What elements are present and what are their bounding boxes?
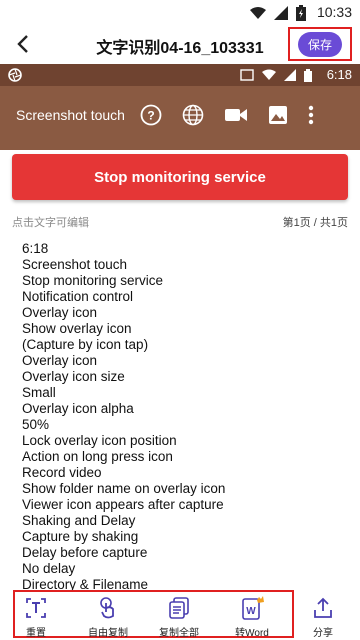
reset-icon bbox=[26, 598, 46, 618]
recognized-line[interactable]: Notification control bbox=[22, 289, 342, 305]
signal-icon bbox=[284, 69, 296, 81]
to-word-label: 转Word bbox=[235, 628, 269, 639]
stop-monitoring-button: Stop monitoring service bbox=[12, 154, 348, 200]
help-icon: ? bbox=[140, 104, 162, 126]
recognized-line[interactable]: 6:18 bbox=[22, 241, 342, 257]
word-icon: W bbox=[242, 596, 264, 620]
recognized-line[interactable]: Overlay icon alpha bbox=[22, 401, 342, 417]
share-label: 分享 bbox=[313, 628, 333, 639]
recognized-line[interactable]: Delay before capture bbox=[22, 545, 342, 561]
recognized-line[interactable]: Record video bbox=[22, 465, 342, 481]
reset-button[interactable]: 重置 bbox=[6, 596, 66, 639]
svg-text:W: W bbox=[246, 606, 256, 617]
recognized-line[interactable]: Overlay icon bbox=[22, 305, 342, 321]
battery-icon bbox=[304, 69, 312, 82]
svg-text:?: ? bbox=[147, 109, 154, 123]
wifi-icon bbox=[250, 7, 266, 19]
recognized-line[interactable]: Show overlay icon bbox=[22, 321, 342, 337]
recognized-line[interactable]: Viewer icon appears after capture bbox=[22, 497, 342, 513]
signal-icon bbox=[274, 6, 288, 20]
edit-hint: 点击文字可编辑 bbox=[12, 217, 89, 229]
tap-hand-icon bbox=[100, 597, 114, 619]
recognized-line[interactable]: Lock overlay icon position bbox=[22, 433, 342, 449]
copy-all-label: 复制全部 bbox=[159, 628, 199, 639]
copy-icon bbox=[169, 597, 189, 619]
app-bar: 文字识别04-16_103331 保存 bbox=[0, 24, 360, 64]
recognized-line[interactable]: (Capture by icon tap) bbox=[22, 337, 342, 353]
recognized-line[interactable]: 50% bbox=[22, 417, 342, 433]
free-copy-label: 自由复制 bbox=[88, 628, 128, 639]
free-copy-button[interactable]: 自由复制 bbox=[78, 596, 138, 639]
recognized-line[interactable]: Show folder name on overlay icon bbox=[22, 481, 342, 497]
bottom-action-bar: 重置 自由复制 复制全部 W 转Word 分享 bbox=[0, 590, 360, 640]
status-bar: 10:33 bbox=[0, 0, 360, 24]
save-highlight-frame: 保存 bbox=[288, 27, 352, 61]
screenshot-status-icons bbox=[240, 69, 312, 82]
image-icon bbox=[269, 106, 287, 124]
screenshot-clock: 6:18 bbox=[326, 67, 352, 82]
status-time: 10:33 bbox=[316, 4, 352, 20]
share-icon bbox=[314, 597, 332, 618]
copy-all-button[interactable]: 复制全部 bbox=[149, 596, 209, 639]
save-button[interactable]: 保存 bbox=[297, 31, 342, 57]
recognized-line[interactable]: Shaking and Delay bbox=[22, 513, 342, 529]
recognized-text-area[interactable]: 6:18 Screenshot touch Stop monitoring serv… bbox=[22, 241, 342, 593]
recognized-line[interactable]: No delay bbox=[22, 561, 342, 577]
to-word-button[interactable]: W 转Word bbox=[222, 596, 282, 639]
screenshot-preview: 6:18 Screenshot touch ? bbox=[0, 64, 360, 150]
globe-icon bbox=[182, 104, 204, 126]
recognized-line[interactable]: Overlay icon size bbox=[22, 369, 342, 385]
screenshot-system-bar: 6:18 bbox=[0, 64, 360, 86]
share-button[interactable]: 分享 bbox=[293, 596, 353, 639]
screenshot-toolbar: ? bbox=[140, 104, 314, 126]
recognized-line[interactable]: Overlay icon bbox=[22, 353, 342, 369]
recognized-line[interactable]: Action on long press icon bbox=[22, 449, 342, 465]
cast-icon bbox=[240, 69, 254, 81]
recognized-line[interactable]: Capture by shaking bbox=[22, 529, 342, 545]
battery-icon bbox=[296, 5, 306, 21]
aperture-icon bbox=[8, 68, 22, 82]
recognized-line[interactable]: Stop monitoring service bbox=[22, 273, 342, 289]
page-indicator: 第1页 / 共1页 bbox=[282, 217, 348, 229]
reset-label: 重置 bbox=[26, 628, 46, 639]
video-icon bbox=[225, 109, 247, 121]
recognized-line[interactable]: Small bbox=[22, 385, 342, 401]
recognized-line[interactable]: Screenshot touch bbox=[22, 257, 342, 273]
wifi-icon bbox=[262, 69, 276, 80]
more-icon bbox=[308, 105, 314, 125]
status-icons bbox=[250, 5, 306, 21]
screenshot-app-label: Screenshot touch bbox=[16, 107, 125, 123]
